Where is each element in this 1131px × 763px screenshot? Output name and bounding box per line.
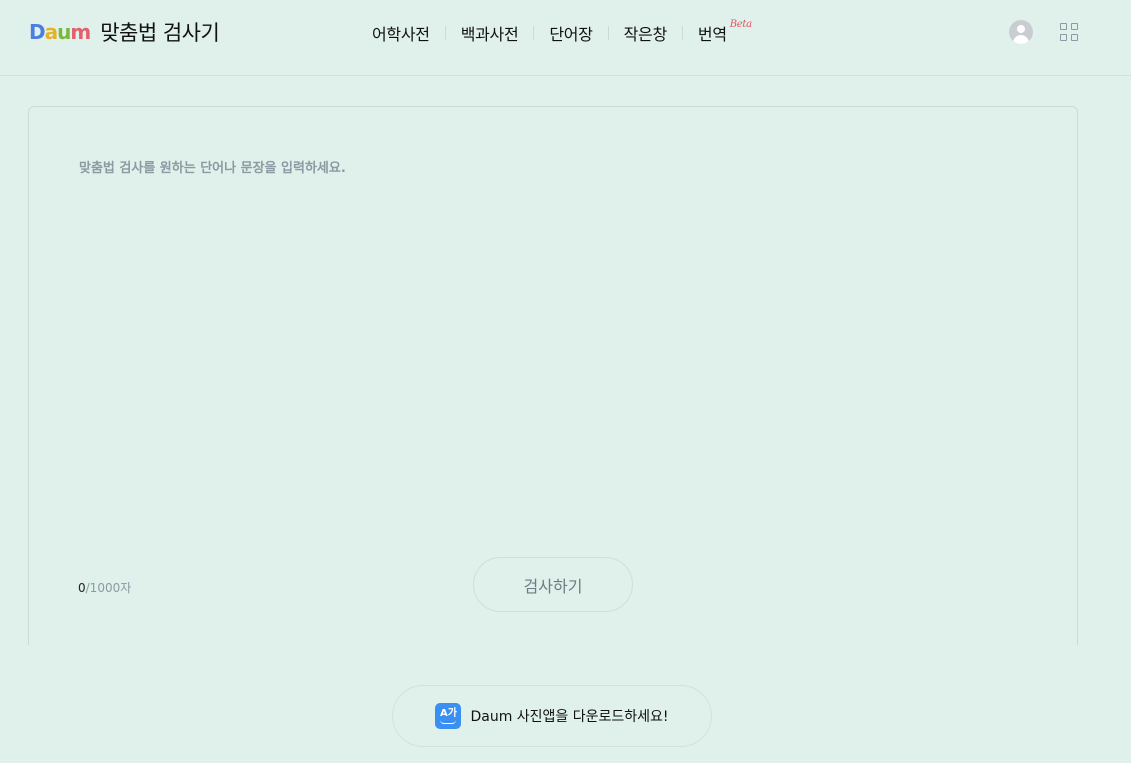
nav-item-label: 번역 <box>697 25 727 44</box>
panel-bottom-fade <box>0 645 1131 675</box>
nav-item-mini-window[interactable]: 작은창 <box>623 21 668 45</box>
daum-logo[interactable]: Daum <box>29 20 91 44</box>
dictionary-app-icon: A가 <box>435 703 462 729</box>
nav-item-label: 백과사전 <box>460 25 519 44</box>
character-count-max: /1000자 <box>85 581 132 595</box>
grid-menu-icon[interactable] <box>1060 23 1078 41</box>
spell-check-input[interactable] <box>79 157 1029 537</box>
nav-item-label: 작은창 <box>623 25 668 44</box>
service-title[interactable]: 맞춤법 검사기 <box>100 17 220 47</box>
nav-item-label: 단어장 <box>549 25 593 44</box>
app-download-text: Daum 사진앱을 다운로드하세요! <box>470 709 669 725</box>
nav-item-encyclopedia[interactable]: 백과사전 <box>461 21 519 45</box>
nav-divider <box>681 26 683 40</box>
main-nav: 어학사전 백과사전 단어장 작은창 번역 Beta <box>372 19 752 45</box>
character-counter: 0/1000자 <box>78 579 131 596</box>
beta-badge: Beta <box>729 19 752 30</box>
nav-divider <box>444 26 446 40</box>
nav-divider <box>607 26 609 40</box>
header: Daum 맞춤법 검사기 어학사전 백과사전 단어장 작은창 번역 Beta <box>0 0 1131 76</box>
nav-item-wordbook[interactable]: 단어장 <box>549 21 593 45</box>
user-avatar-icon[interactable] <box>1009 20 1033 44</box>
nav-item-label: 어학사전 <box>372 25 430 44</box>
nav-divider <box>533 26 535 40</box>
nav-item-translate[interactable]: 번역 Beta <box>697 19 752 45</box>
logo[interactable]: Daum 맞춤법 검사기 <box>29 17 220 47</box>
spell-check-panel: 0/1000자 검사하기 <box>28 106 1078 666</box>
nav-item-dictionary[interactable]: 어학사전 <box>372 21 430 45</box>
character-count-current: 0 <box>78 581 86 595</box>
app-download-banner[interactable]: A가 Daum 사진앱을 다운로드하세요! <box>392 685 712 747</box>
spell-check-button[interactable]: 검사하기 <box>473 557 633 612</box>
